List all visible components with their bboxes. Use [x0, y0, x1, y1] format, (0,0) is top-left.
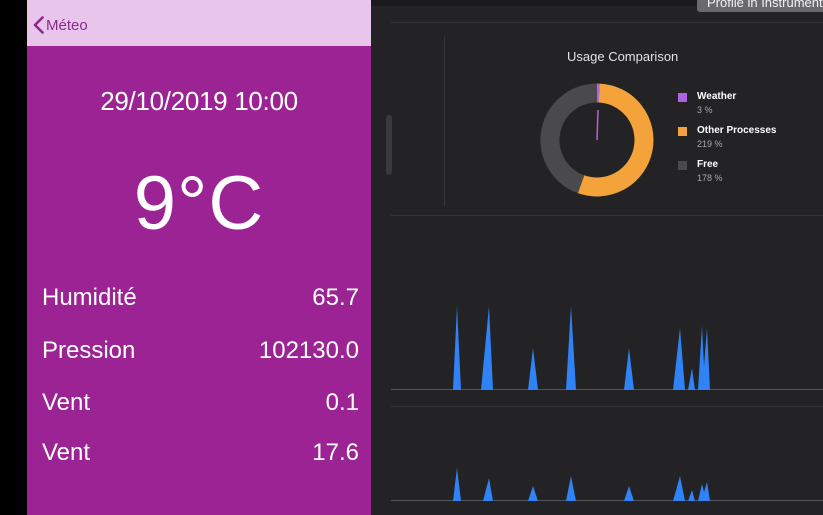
legend-swatch — [678, 127, 687, 136]
panel-resize-handle[interactable] — [386, 115, 392, 175]
row-value: 102130.0 — [258, 337, 359, 364]
legend-swatch — [678, 161, 687, 170]
row-humidity: Humidité 65.7 — [42, 281, 359, 315]
donut-weather-marker — [596, 109, 599, 141]
row-label: Vent — [42, 389, 91, 416]
legend-name: Weather — [697, 91, 737, 102]
temperature-label: 9°C — [133, 161, 265, 246]
usage-comparison-donut — [540, 83, 654, 197]
legend-value: 178 % — [697, 173, 723, 183]
date-time-label: 29/10/2019 10:00 — [100, 86, 298, 116]
row-value: 17.6 — [312, 439, 359, 466]
row-label: Vent — [42, 439, 91, 466]
divider — [391, 22, 823, 23]
back-button-label: Méteo — [46, 16, 88, 34]
navigation-bar: Méteo — [27, 0, 371, 46]
row-label: Humidité — [42, 284, 137, 311]
cpu-usage-graph — [391, 306, 823, 390]
graph-spike — [453, 468, 710, 501]
legend-name: Free — [697, 159, 719, 170]
row-value: 0.1 — [325, 389, 359, 416]
memory-usage-graph — [391, 468, 823, 501]
divider — [444, 36, 445, 206]
donut-segment-other-processes — [577, 83, 654, 197]
legend-value: 219 % — [697, 139, 723, 149]
profile-in-instruments-button[interactable]: Profile in Instruments — [697, 0, 823, 12]
legend-swatch — [678, 93, 687, 102]
debug-gauge-panel: Profile in Instruments Usage Comparison … — [371, 0, 823, 515]
row-label: Pression — [42, 337, 136, 364]
chevron-left-icon — [33, 16, 44, 34]
row-wind-2: Vent 17.6 — [42, 436, 359, 470]
back-button[interactable]: Méteo — [33, 14, 88, 36]
legend-value: 3 % — [697, 105, 713, 115]
divider — [391, 406, 823, 407]
row-wind-1: Vent 0.1 — [42, 386, 359, 420]
simulator-screen: Méteo 29/10/2019 10:00 9°C Humidité 65.7… — [27, 0, 371, 515]
row-pressure: Pression 102130.0 — [42, 334, 359, 368]
row-value: 65.7 — [312, 284, 359, 311]
legend-name: Other Processes — [697, 125, 777, 136]
usage-comparison-title: Usage Comparison — [567, 49, 679, 64]
graph-spike — [453, 306, 710, 390]
divider — [391, 215, 823, 216]
screen: Méteo 29/10/2019 10:00 9°C Humidité 65.7… — [0, 0, 823, 515]
donut-segment-free — [540, 83, 598, 194]
